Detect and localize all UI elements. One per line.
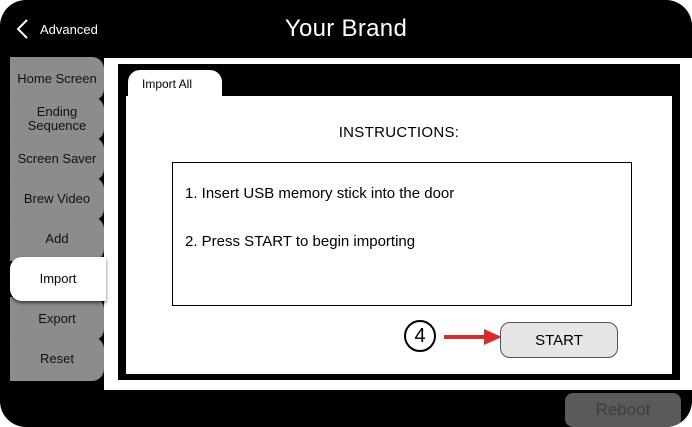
sidebar-item-add[interactable]: Add <box>10 217 104 261</box>
device-frame: Advanced Your Brand Home Screen Ending S… <box>0 0 692 427</box>
title-bar: Advanced Your Brand <box>0 0 692 58</box>
sidebar-item-home-screen[interactable]: Home Screen <box>10 57 104 101</box>
import-panel-body: INSTRUCTIONS: 1. Insert USB memory stick… <box>126 96 672 374</box>
sidebar-item-screen-saver[interactable]: Screen Saver <box>10 137 104 181</box>
tab-import-all[interactable]: Import All <box>128 70 222 96</box>
sidebar: Home Screen Ending Sequence Screen Saver… <box>10 57 106 381</box>
sidebar-item-label: Import <box>39 271 77 286</box>
content-area: Import All INSTRUCTIONS: 1. Insert USB m… <box>104 58 692 390</box>
sidebar-item-label: Export <box>38 311 76 326</box>
back-button[interactable]: Advanced <box>14 18 98 40</box>
sidebar-item-label: Brew Video <box>23 191 91 206</box>
sidebar-item-export[interactable]: Export <box>10 297 104 341</box>
back-label: Advanced <box>40 21 98 37</box>
sidebar-item-label: Screen Saver <box>17 151 97 166</box>
sidebar-item-brew-video[interactable]: Brew Video <box>10 177 104 221</box>
instruction-step: 1. Insert USB memory stick into the door <box>185 185 455 202</box>
sidebar-item-ending-sequence[interactable]: Ending Sequence <box>10 97 104 141</box>
sidebar-item-label: Reset <box>40 351 74 366</box>
instructions-title: INSTRUCTIONS: <box>338 124 460 141</box>
reboot-button[interactable]: Reboot <box>565 393 681 427</box>
start-button[interactable]: START <box>500 322 618 358</box>
instructions-box: 1. Insert USB memory stick into the door… <box>172 162 632 306</box>
import-panel: Import All INSTRUCTIONS: 1. Insert USB m… <box>118 64 680 380</box>
sidebar-item-label: Ending Sequence <box>27 104 87 133</box>
chevron-left-icon <box>16 19 28 39</box>
page-title: Your Brand <box>284 15 408 42</box>
sidebar-item-label: Add <box>45 231 69 246</box>
instruction-step: 2. Press START to begin importing <box>185 233 416 250</box>
sidebar-item-label: Home Screen <box>17 71 97 86</box>
sidebar-item-import[interactable]: Import <box>10 257 106 301</box>
callout-arrow-icon <box>444 329 502 345</box>
callout-marker: 4 <box>404 320 436 352</box>
sidebar-item-reset[interactable]: Reset <box>10 337 104 381</box>
